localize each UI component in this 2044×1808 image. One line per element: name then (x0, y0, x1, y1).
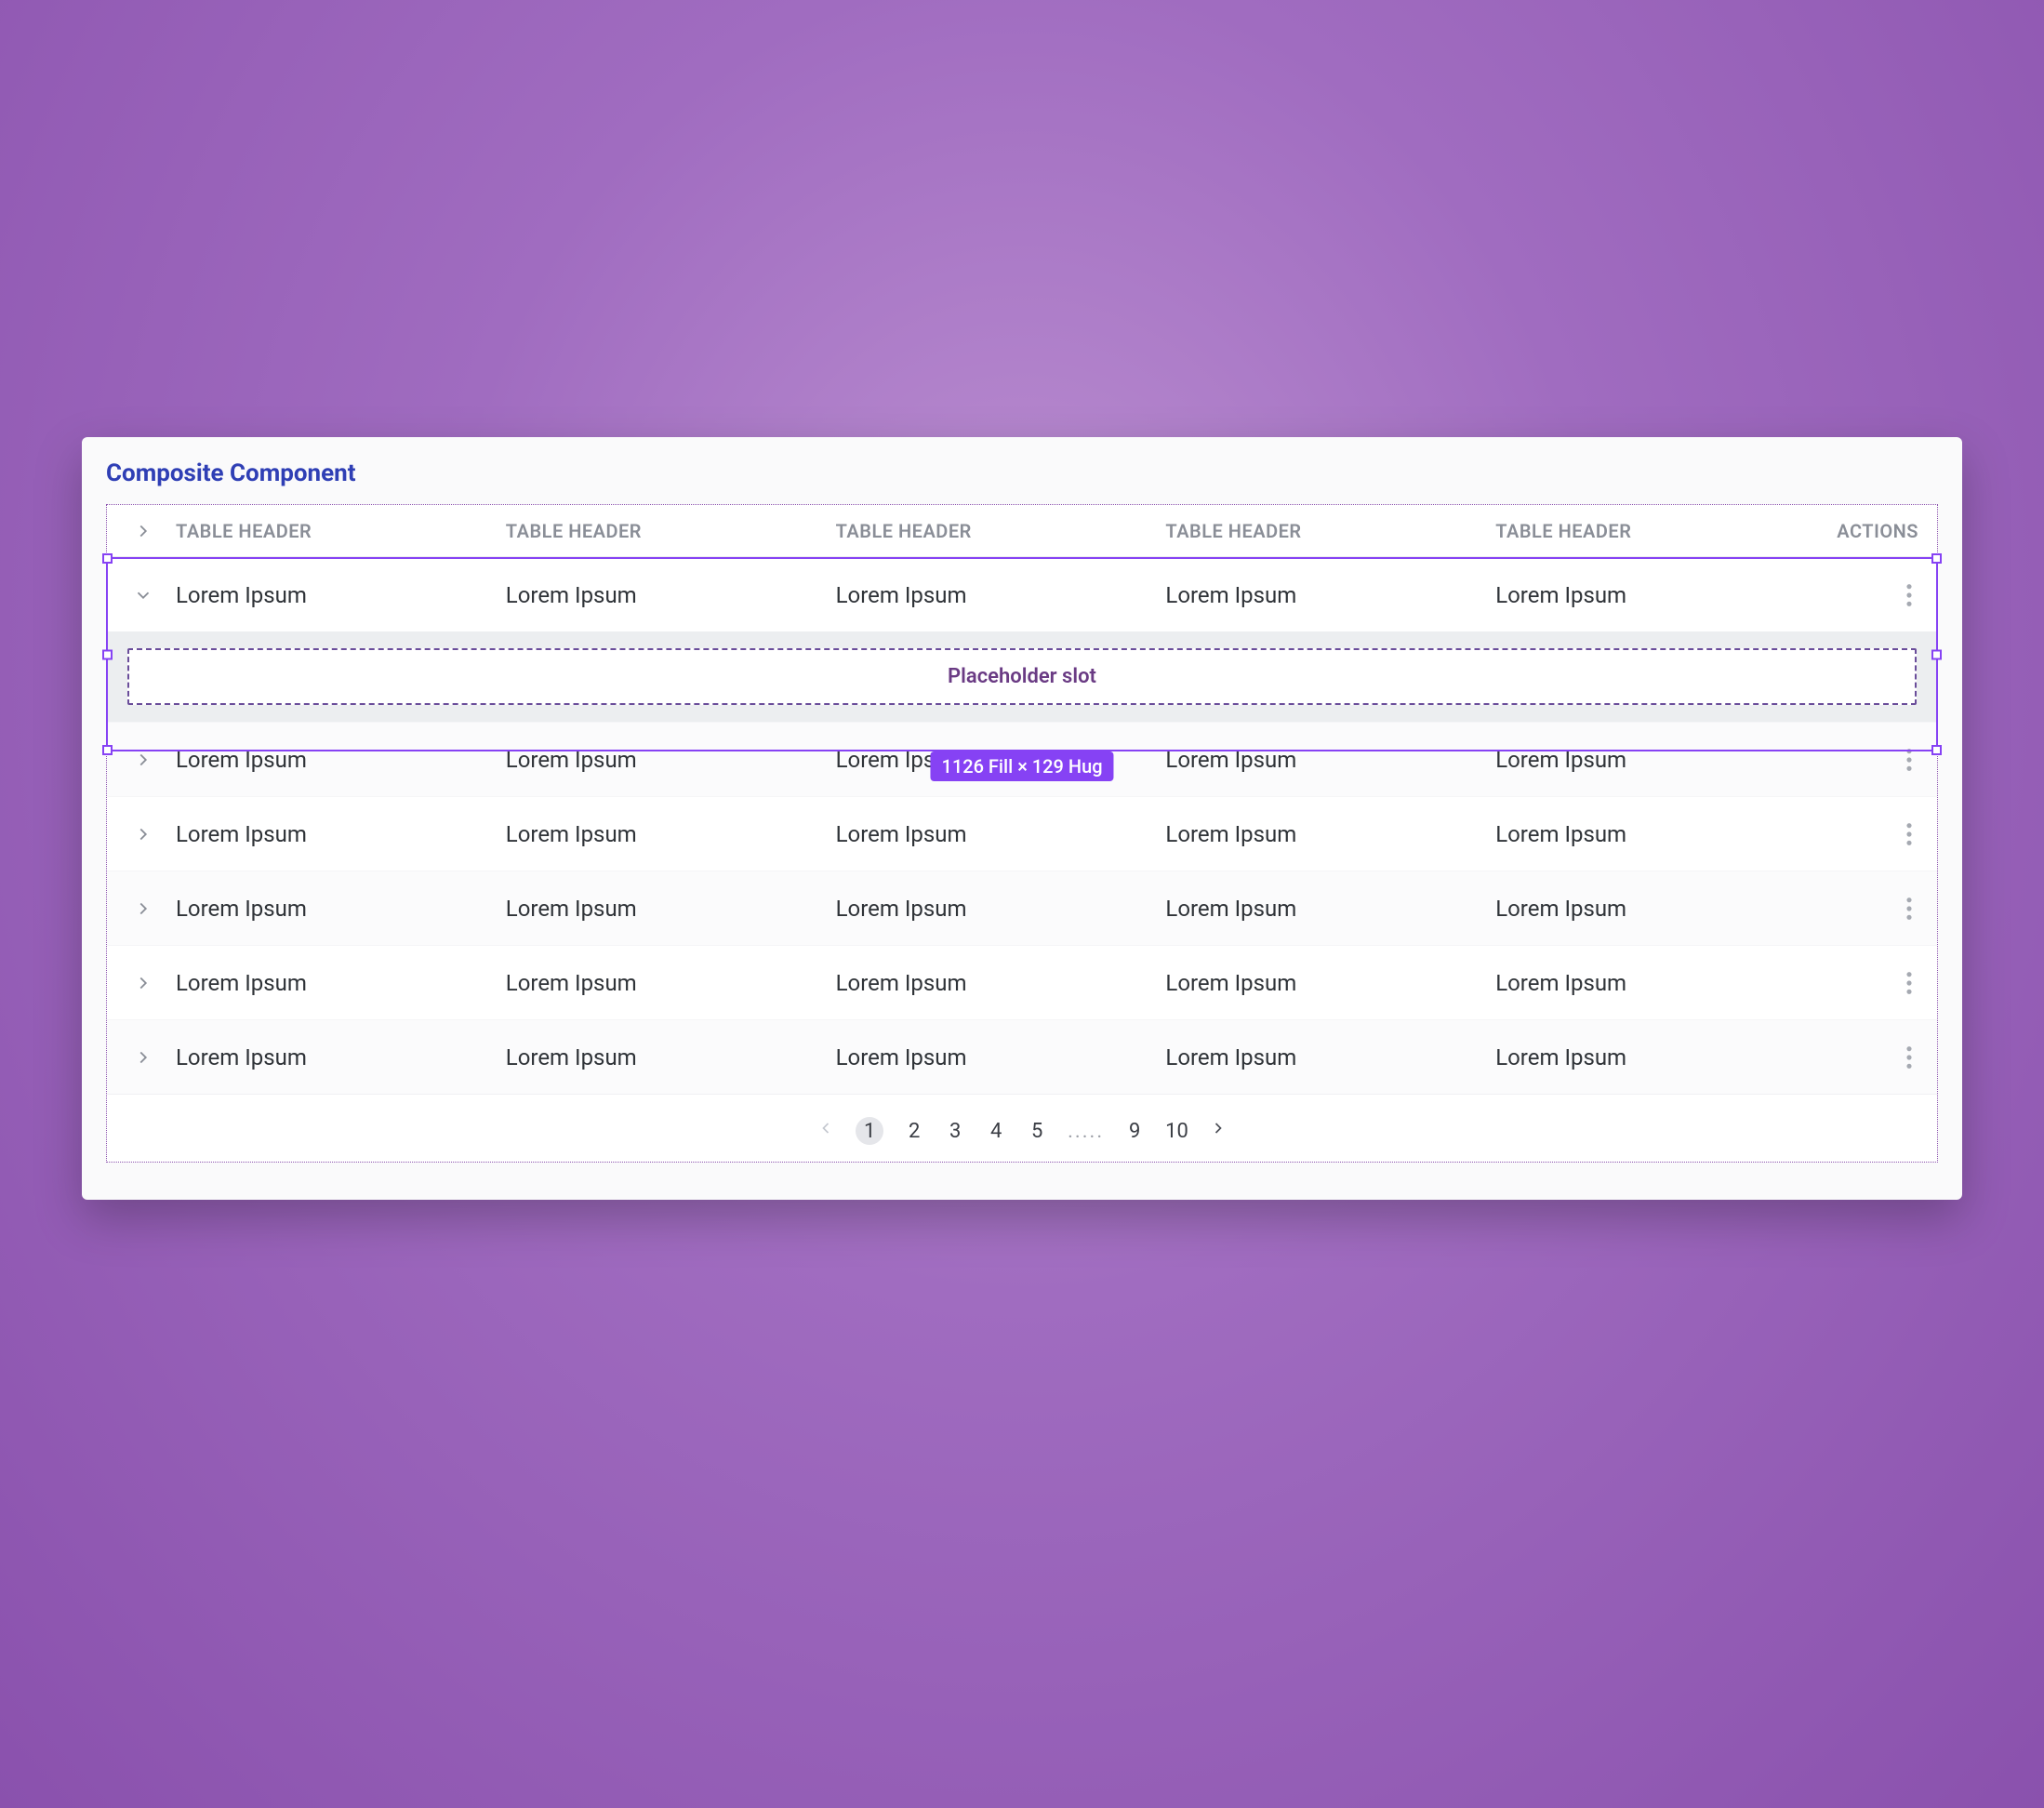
chevron-right-icon (1209, 1119, 1228, 1137)
more-vertical-icon (1905, 821, 1913, 847)
pagination-page[interactable]: 9 (1124, 1120, 1145, 1143)
data-table: TABLE HEADER TABLE HEADER TABLE HEADER T… (106, 504, 1938, 1163)
cell: Lorem Ipsum (506, 896, 836, 922)
cell: Lorem Ipsum (506, 821, 836, 847)
cell: Lorem Ipsum (176, 970, 506, 996)
cell: Lorem Ipsum (1495, 896, 1825, 922)
cell: Lorem Ipsum (1165, 1044, 1495, 1070)
cell: Lorem Ipsum (1495, 970, 1825, 996)
chevron-right-icon (133, 521, 153, 541)
row-actions-button[interactable] (1825, 970, 1928, 996)
cell: Lorem Ipsum (1495, 1044, 1825, 1070)
cell: Lorem Ipsum (1165, 582, 1495, 608)
cell: Lorem Ipsum (176, 821, 506, 847)
cell: Lorem Ipsum (1495, 582, 1825, 608)
row-expand-toggle[interactable] (111, 585, 176, 605)
panel-title: Composite Component (106, 456, 1938, 504)
expanded-row-area: Placeholder slot (107, 631, 1937, 722)
cell: Lorem Ipsum (836, 582, 1166, 608)
chevron-right-icon (133, 898, 153, 919)
row-expand-toggle[interactable] (111, 1047, 176, 1068)
table-row: Lorem Ipsum Lorem Ipsum Lorem Ipsum Lore… (107, 1019, 1937, 1094)
row-actions-button[interactable] (1825, 821, 1928, 847)
cell: Lorem Ipsum (176, 747, 506, 773)
pagination-page[interactable]: 1 (856, 1117, 883, 1145)
component-panel: Composite Component TABLE HEADER TABLE H… (82, 437, 1962, 1200)
pagination-page[interactable]: 4 (986, 1120, 1006, 1143)
cell: Lorem Ipsum (506, 1044, 836, 1070)
cell: Lorem Ipsum (1165, 747, 1495, 773)
cell: Lorem Ipsum (836, 821, 1166, 847)
row-expand-toggle[interactable] (111, 898, 176, 919)
pagination-page[interactable]: 10 (1165, 1120, 1188, 1143)
more-vertical-icon (1905, 747, 1913, 773)
more-vertical-icon (1905, 896, 1913, 922)
table-row: Lorem Ipsum Lorem Ipsum Lorem Ipsum Lore… (107, 722, 1937, 796)
cell: Lorem Ipsum (836, 1044, 1166, 1070)
chevron-right-icon (133, 824, 153, 844)
cell: Lorem Ipsum (506, 747, 836, 773)
table-row: Lorem Ipsum Lorem Ipsum Lorem Ipsum Lore… (107, 796, 1937, 871)
expand-all-toggle[interactable] (111, 521, 176, 541)
pagination-ellipsis: ..... (1068, 1120, 1104, 1143)
pagination-prev-button[interactable] (816, 1119, 835, 1143)
row-actions-button[interactable] (1825, 582, 1928, 608)
cell: Lorem Ipsum (176, 582, 506, 608)
column-header[interactable]: TABLE HEADER (506, 520, 836, 542)
pagination-next-button[interactable] (1209, 1119, 1228, 1143)
column-header[interactable]: TABLE HEADER (1495, 520, 1825, 542)
cell: Lorem Ipsum (836, 747, 1166, 773)
row-actions-button[interactable] (1825, 896, 1928, 922)
pagination-page[interactable]: 2 (904, 1120, 924, 1143)
pagination-page[interactable]: 3 (945, 1120, 965, 1143)
cell: Lorem Ipsum (1165, 821, 1495, 847)
more-vertical-icon (1905, 1044, 1913, 1070)
cell: Lorem Ipsum (1165, 896, 1495, 922)
cell: Lorem Ipsum (176, 896, 506, 922)
row-actions-button[interactable] (1825, 747, 1928, 773)
row-expand-toggle[interactable] (111, 750, 176, 770)
column-header[interactable]: TABLE HEADER (176, 520, 506, 542)
placeholder-slot[interactable]: Placeholder slot (127, 648, 1917, 705)
pagination: 1 2 3 4 5 ..... 9 10 (107, 1094, 1937, 1162)
table-row: Lorem Ipsum Lorem Ipsum Lorem Ipsum Lore… (107, 557, 1937, 631)
column-header-actions: ACTIONS (1825, 520, 1928, 542)
cell: Lorem Ipsum (1495, 747, 1825, 773)
table-row: Lorem Ipsum Lorem Ipsum Lorem Ipsum Lore… (107, 871, 1937, 945)
cell: Lorem Ipsum (1165, 970, 1495, 996)
chevron-right-icon (133, 973, 153, 993)
cell: Lorem Ipsum (506, 582, 836, 608)
cell: Lorem Ipsum (836, 896, 1166, 922)
row-actions-button[interactable] (1825, 1044, 1928, 1070)
chevron-right-icon (133, 1047, 153, 1068)
cell: Lorem Ipsum (506, 970, 836, 996)
pagination-page[interactable]: 5 (1027, 1120, 1047, 1143)
cell: Lorem Ipsum (176, 1044, 506, 1070)
more-vertical-icon (1905, 970, 1913, 996)
row-expand-toggle[interactable] (111, 824, 176, 844)
chevron-down-icon (133, 585, 153, 605)
more-vertical-icon (1905, 582, 1913, 608)
table-header-row: TABLE HEADER TABLE HEADER TABLE HEADER T… (107, 505, 1937, 557)
cell: Lorem Ipsum (836, 970, 1166, 996)
column-header[interactable]: TABLE HEADER (836, 520, 1166, 542)
table-row: Lorem Ipsum Lorem Ipsum Lorem Ipsum Lore… (107, 945, 1937, 1019)
chevron-left-icon (816, 1119, 835, 1137)
column-header[interactable]: TABLE HEADER (1165, 520, 1495, 542)
cell: Lorem Ipsum (1495, 821, 1825, 847)
row-expand-toggle[interactable] (111, 973, 176, 993)
chevron-right-icon (133, 750, 153, 770)
